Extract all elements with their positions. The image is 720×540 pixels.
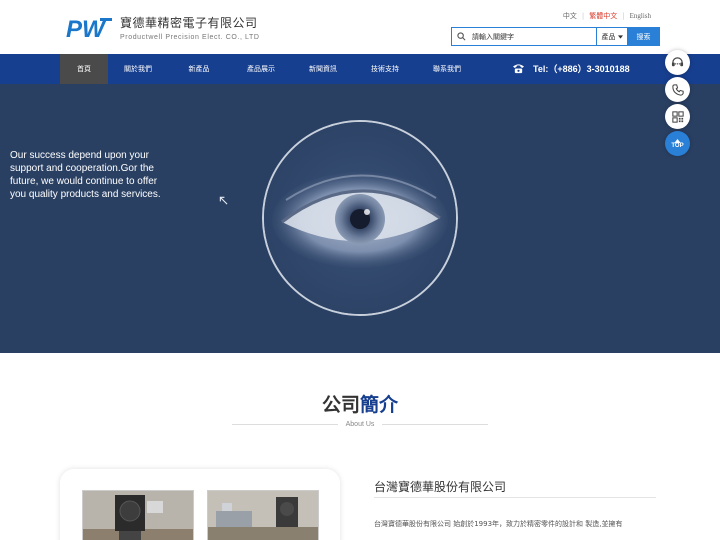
company-description: 台灣寶德華股份有限公司 始創於1993年，致力於精密零件的設計和 製造,並擁有 xyxy=(374,520,623,528)
header: PW 寶德華精密電子有限公司 Productwell Precision Ele… xyxy=(0,0,720,54)
caret-down-icon xyxy=(617,34,623,39)
about-subtitle-text: About Us xyxy=(345,420,375,428)
nav-item-products[interactable]: 產品展示 xyxy=(230,54,292,84)
nav-item-about[interactable]: 關於我們 xyxy=(108,54,168,84)
page: PW 寶德華精密電子有限公司 Productwell Precision Ele… xyxy=(0,0,720,540)
headset-icon xyxy=(671,57,684,67)
divider-line xyxy=(382,423,489,425)
search-icon xyxy=(457,32,466,41)
phone-icon xyxy=(671,83,684,96)
about-title-part1: 公司 xyxy=(321,394,360,416)
tel-info: Tel:（+886）3-3010188 xyxy=(512,62,630,75)
back-to-top-label: TOP xyxy=(671,142,684,149)
nav-items: 首頁 關於我們 新產品 產品展示 新聞資訊 技術支持 聯系我們 xyxy=(60,54,478,84)
nav-item-tech-support[interactable]: 技術支持 xyxy=(354,54,416,84)
search-category-label: 產品 xyxy=(601,32,616,41)
hero-banner: Our success depend upon your support and… xyxy=(0,84,720,353)
qr-code-button[interactable] xyxy=(665,104,690,129)
divider-line xyxy=(374,497,656,498)
lang-traditional[interactable]: 繁體中文 xyxy=(584,11,622,21)
search-box xyxy=(451,27,596,46)
company-photo-card xyxy=(60,469,340,540)
search-bar: 產品 搜索 xyxy=(451,27,660,46)
language-switcher: 中文 | 繁體中文 | English xyxy=(558,11,656,21)
lang-simplified[interactable]: 中文 xyxy=(558,11,582,21)
company-english-name: Productwell Precision Elect. CO., LTD xyxy=(120,34,260,41)
profile-projector-photo xyxy=(83,491,193,540)
tel-number: Tel:（+886）3-3010188 xyxy=(533,64,630,74)
lab-equipment-photo xyxy=(208,491,318,540)
eye-illustration xyxy=(264,122,456,314)
qr-code-icon xyxy=(671,110,684,123)
phone-button[interactable] xyxy=(665,77,690,102)
about-title-part2: 簡介 xyxy=(360,394,399,416)
nav-item-news[interactable]: 新聞資訊 xyxy=(292,54,354,84)
hero-slogan: Our success depend upon your support and… xyxy=(10,150,161,200)
main-nav: 首頁 關於我們 新產品 產品展示 新聞資訊 技術支持 聯系我們 Tel:（+88… xyxy=(0,54,720,84)
lang-english[interactable]: English xyxy=(625,12,656,20)
telephone-icon xyxy=(513,64,524,74)
nav-item-home[interactable]: 首頁 xyxy=(60,54,108,84)
search-button[interactable]: 搜索 xyxy=(627,27,660,46)
nav-item-contact[interactable]: 聯系我們 xyxy=(416,54,478,84)
company-logo[interactable]: PW xyxy=(66,15,112,41)
about-subtitle: About Us xyxy=(232,418,489,430)
search-input[interactable] xyxy=(472,32,582,41)
search-category-select[interactable]: 產品 xyxy=(596,27,627,46)
factory-photo-2 xyxy=(207,490,319,540)
eye-image xyxy=(262,120,458,316)
company-full-name: 台灣寶德華股份有限公司 xyxy=(374,480,507,494)
arrow-cursor-icon xyxy=(219,196,228,205)
customer-service-button[interactable] xyxy=(665,50,690,75)
about-title: 公司簡介 xyxy=(0,390,720,417)
nav-item-new-products[interactable]: 新產品 xyxy=(168,54,230,84)
company-name: 寶德華精密電子有限公司 xyxy=(120,16,258,30)
factory-photo-1 xyxy=(82,490,194,540)
back-to-top-button[interactable]: TOP xyxy=(665,131,690,156)
divider-line xyxy=(232,423,338,425)
